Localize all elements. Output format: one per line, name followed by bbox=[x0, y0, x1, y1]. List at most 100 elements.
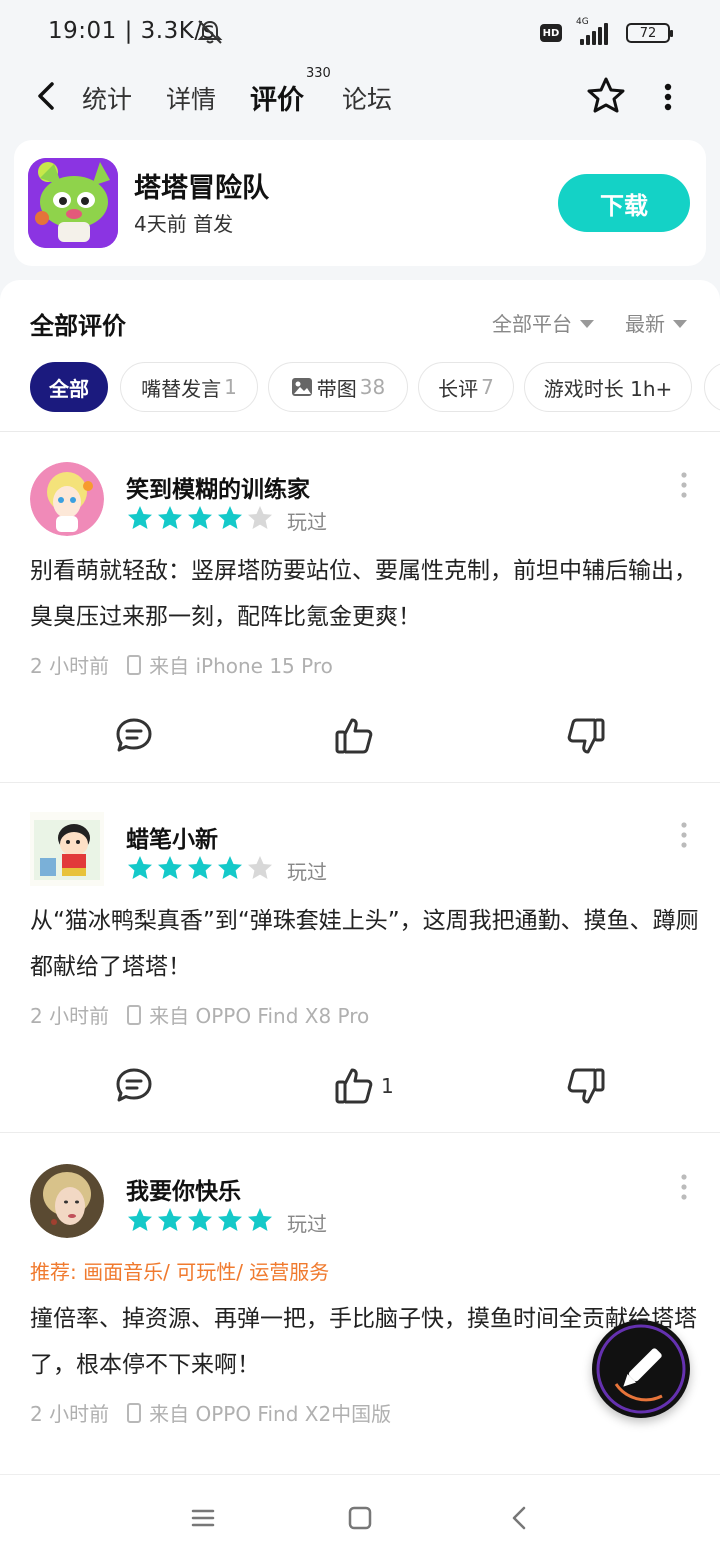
reviews-section-title: 全部评价 bbox=[30, 312, 126, 340]
star-filled-icon bbox=[218, 506, 242, 529]
tab-reviews-label: 评价 bbox=[250, 85, 304, 116]
star-empty-icon bbox=[248, 856, 272, 879]
comment-icon[interactable] bbox=[112, 1064, 156, 1108]
filter-chips: 全部 嘴替发言 1 带图 38 长评 7 游戏时长 1h+ bbox=[30, 362, 720, 412]
review-device: 来自 OPPO Find X8 Pro bbox=[149, 1004, 370, 1028]
game-card[interactable]: 塔塔冒险队 4天前 首发 下载 bbox=[14, 140, 706, 266]
review-time: 2 小时前 bbox=[30, 1004, 110, 1028]
caret-down-icon bbox=[673, 319, 687, 328]
platform-filter-label: 全部平台 bbox=[492, 312, 572, 336]
phone-icon bbox=[127, 654, 142, 675]
user-name[interactable]: 我要你快乐 bbox=[126, 1172, 241, 1206]
star-empty-icon bbox=[248, 506, 272, 529]
star-rating bbox=[126, 1206, 274, 1234]
back-chevron-icon[interactable] bbox=[504, 1503, 534, 1533]
chip-label: 带图 bbox=[316, 376, 357, 401]
more-vertical-icon[interactable] bbox=[670, 470, 698, 500]
more-vertical-icon[interactable] bbox=[670, 820, 698, 850]
app-screen: 19:01 | 3.3K/s HD 4G 72 统计 详情 评价 330 论坛 … bbox=[0, 0, 720, 1560]
avatar-image bbox=[30, 812, 104, 886]
divider bbox=[0, 431, 720, 432]
chip-all[interactable]: 全部 bbox=[30, 362, 108, 412]
comment-icon[interactable] bbox=[112, 714, 156, 758]
chip-quotes[interactable]: 嘴替发言 1 bbox=[120, 362, 258, 412]
image-icon bbox=[291, 378, 312, 396]
star-filled-icon bbox=[218, 856, 242, 879]
phone-icon bbox=[127, 1402, 142, 1423]
chip-label: 嘴替发言 bbox=[141, 376, 222, 401]
sort-filter-label: 最新 bbox=[625, 312, 665, 336]
user-name[interactable]: 笑到模糊的训练家 bbox=[126, 470, 310, 504]
review-actions bbox=[0, 714, 720, 764]
chip-with-images[interactable]: 带图 38 bbox=[268, 362, 408, 412]
chip-label: 全部 bbox=[49, 376, 89, 401]
review-device: 来自 OPPO Find X2中国版 bbox=[149, 1402, 392, 1426]
chip-more[interactable] bbox=[704, 362, 720, 412]
tab-stats[interactable]: 统计 bbox=[82, 80, 132, 116]
system-nav-bar bbox=[0, 1474, 720, 1560]
avatar[interactable] bbox=[30, 812, 104, 886]
download-button[interactable]: 下载 bbox=[558, 174, 690, 232]
star-filled-icon bbox=[158, 856, 182, 879]
more-vertical-icon[interactable] bbox=[670, 1172, 698, 1202]
tab-details[interactable]: 详情 bbox=[166, 80, 216, 116]
star-rating bbox=[126, 504, 274, 532]
review-device: 来自 iPhone 15 Pro bbox=[149, 654, 333, 678]
more-vertical-icon[interactable] bbox=[654, 82, 682, 112]
review-meta: 2 小时前 来自 OPPO Find X2中国版 bbox=[30, 1398, 391, 1427]
chip-count: 1 bbox=[224, 375, 237, 399]
star-filled-icon bbox=[128, 856, 152, 879]
sort-filter[interactable]: 最新 bbox=[625, 308, 687, 337]
chip-label: 游戏时长 1h+ bbox=[543, 376, 673, 401]
review-text: 别看萌就轻敌：竖屏塔防要站位、要属性克制，前坦中辅后输出，臭臭压过来那一刻，配阵… bbox=[30, 558, 697, 630]
mute-bell-icon bbox=[197, 20, 223, 44]
star-filled-icon bbox=[158, 506, 182, 529]
review-meta: 2 小时前 来自 OPPO Find X8 Pro bbox=[30, 1000, 369, 1029]
played-status: 玩过 bbox=[287, 510, 327, 534]
chip-count: 7 bbox=[481, 375, 494, 399]
user-name[interactable]: 蜡笔小新 bbox=[126, 820, 218, 854]
star-filled-icon bbox=[188, 856, 212, 879]
thumbs-down-icon[interactable] bbox=[564, 714, 608, 758]
review-item: 我要你快乐 玩过 推荐: 画面音乐/ 可玩性/ 运营服务 撞倍率、掉资源、再弹一… bbox=[0, 1164, 720, 1474]
review-item: 蜡笔小新 玩过 从“猫冰鸭梨真香”到“弹珠套娃上头”，这周我把通勤、摸鱼、蹲厕都… bbox=[0, 812, 720, 1133]
review-text: 从“猫冰鸭梨真香”到“弹珠套娃上头”，这周我把通勤、摸鱼、蹲厕都献给了塔塔！ bbox=[30, 908, 699, 980]
review-item: 笑到模糊的训练家 玩过 别看萌就轻敌：竖屏塔防要站位、要属性克制，前坦中辅后输出… bbox=[0, 462, 720, 783]
star-outline-icon[interactable] bbox=[586, 76, 626, 116]
review-actions: 1 bbox=[0, 1064, 720, 1114]
menu-icon[interactable] bbox=[188, 1503, 218, 1533]
avatar[interactable] bbox=[30, 462, 104, 536]
status-time: 19:01 | 3.3K/s bbox=[48, 18, 216, 44]
star-filled-icon bbox=[128, 1208, 152, 1231]
chip-label: 长评 bbox=[438, 376, 479, 401]
star-filled-icon bbox=[188, 1208, 212, 1231]
status-bar: 19:01 | 3.3K/s HD 4G 72 bbox=[0, 0, 720, 64]
star-filled-icon bbox=[188, 506, 212, 529]
tab-reviews[interactable]: 评价 bbox=[250, 78, 304, 117]
phone-icon bbox=[127, 1004, 142, 1025]
game-name: 塔塔冒险队 bbox=[134, 173, 269, 204]
write-review-button[interactable] bbox=[592, 1320, 690, 1418]
tab-forum[interactable]: 论坛 bbox=[342, 80, 392, 116]
game-icon bbox=[28, 158, 118, 248]
thumbs-up-icon[interactable] bbox=[332, 714, 376, 758]
divider bbox=[0, 1132, 720, 1133]
hd-badge: HD bbox=[540, 24, 562, 42]
avatar[interactable] bbox=[30, 1164, 104, 1238]
game-mascot-icon bbox=[28, 158, 118, 248]
reviews-panel: 全部评价 全部平台 最新 全部 嘴替发言 1 带图 38 长评 7 游戏时长 1… bbox=[0, 280, 720, 1480]
chip-long-review[interactable]: 长评 7 bbox=[418, 362, 514, 412]
battery-level: 72 bbox=[639, 25, 657, 41]
review-time: 2 小时前 bbox=[30, 1402, 110, 1426]
chip-playtime[interactable]: 游戏时长 1h+ bbox=[524, 362, 692, 412]
home-square-icon[interactable] bbox=[345, 1503, 375, 1533]
thumbs-up-icon[interactable] bbox=[332, 1064, 376, 1108]
caret-down-icon bbox=[580, 319, 594, 328]
thumbs-down-icon[interactable] bbox=[564, 1064, 608, 1108]
star-filled-icon bbox=[218, 1208, 242, 1231]
status-indicators: HD 4G 72 bbox=[540, 17, 673, 48]
reviews-count-badge: 330 bbox=[306, 66, 331, 81]
star-filled-icon bbox=[158, 1208, 182, 1231]
platform-filter[interactable]: 全部平台 bbox=[492, 308, 594, 337]
back-icon[interactable] bbox=[30, 78, 66, 114]
